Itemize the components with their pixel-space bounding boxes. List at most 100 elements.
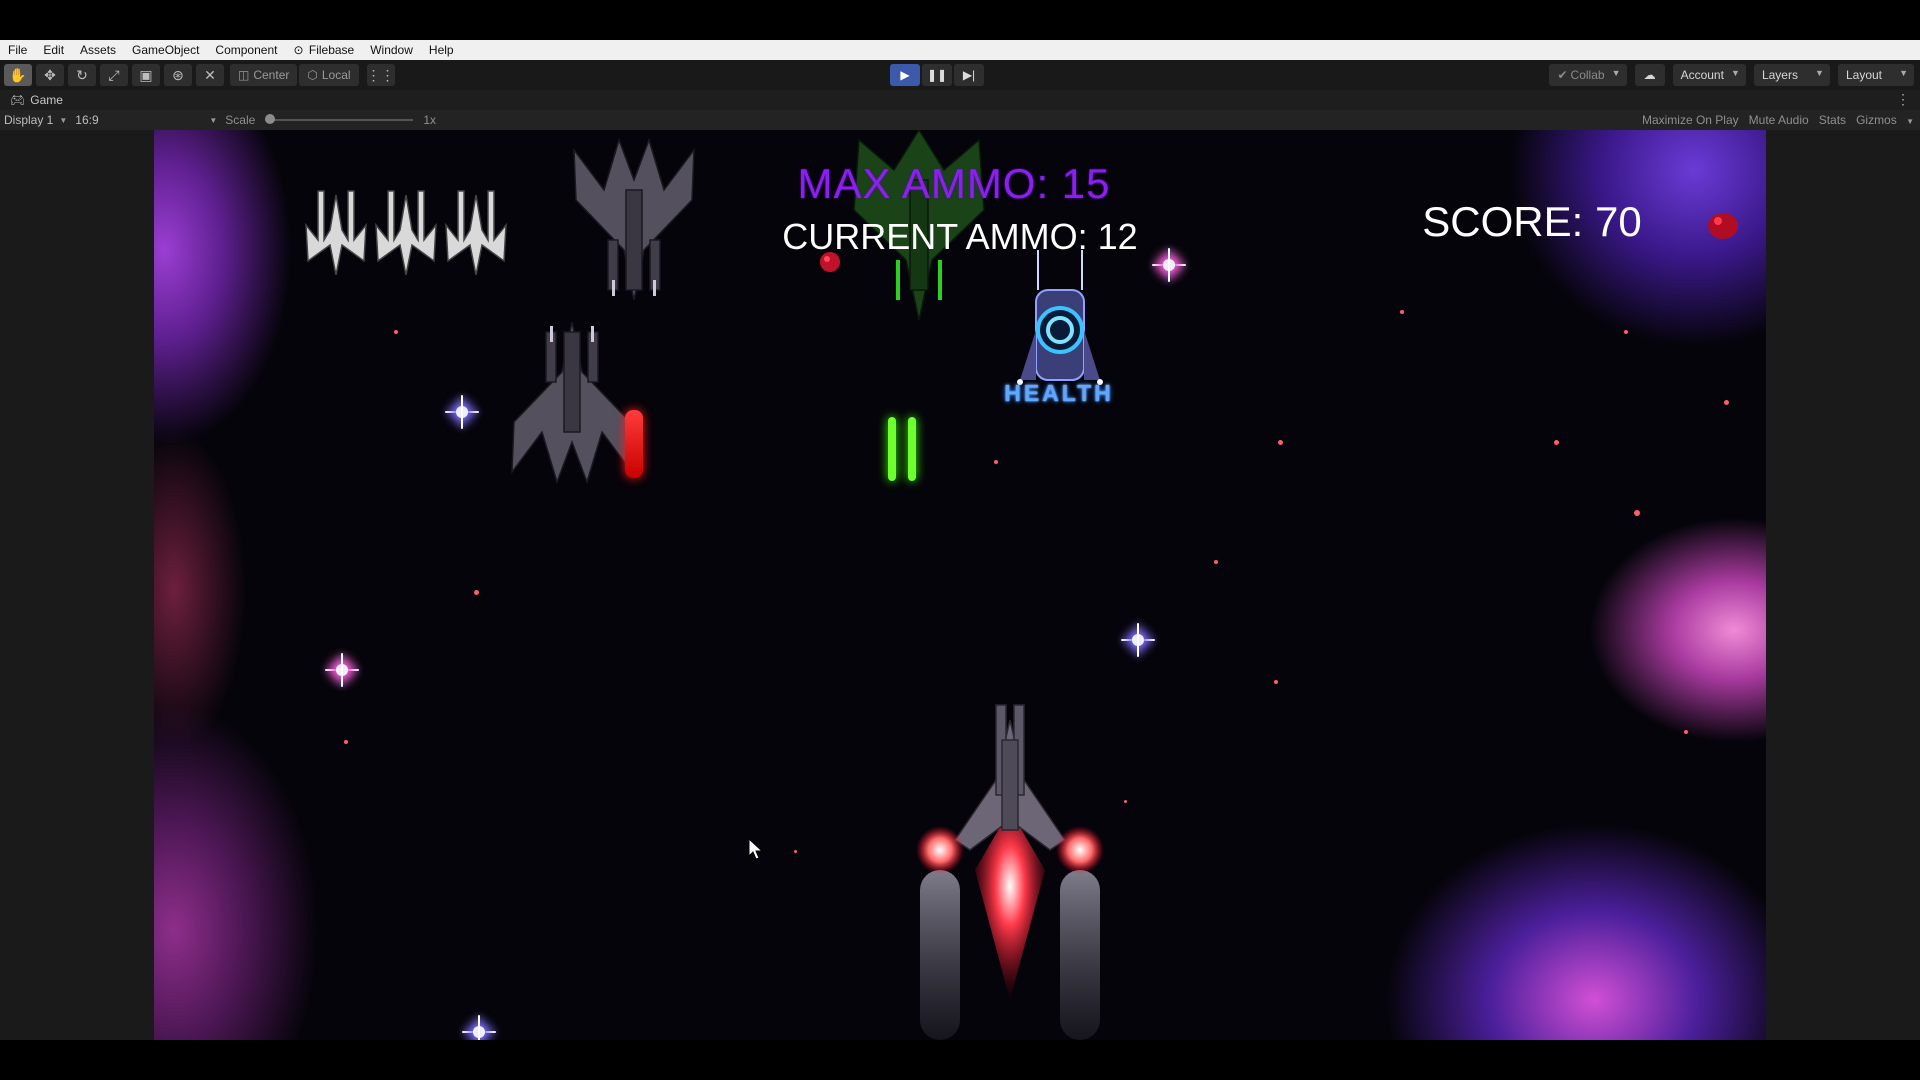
life-ship-icon	[375, 190, 437, 275]
star	[1634, 510, 1640, 516]
asteroid	[1708, 213, 1738, 239]
rotate-tool-button[interactable]: ↻	[68, 64, 96, 86]
score-text: SCORE: 70	[1422, 198, 1642, 245]
move-icon: ✥	[44, 66, 56, 83]
layers-dropdown[interactable]: Layers ▼	[1753, 64, 1830, 86]
cloud-button[interactable]: ☁	[1634, 64, 1665, 86]
move-tool-button[interactable]: ✥	[36, 64, 64, 86]
star	[1124, 800, 1127, 803]
custom-tool-icon: ✕	[204, 66, 216, 83]
scale-tool-button[interactable]: ⤢	[100, 64, 128, 86]
health-label: HEALTH	[1004, 380, 1114, 406]
transform-icon: ⊛	[172, 66, 184, 83]
lives-display	[304, 185, 508, 275]
star	[474, 590, 479, 595]
game-view-controls: Display 1 ▼ 16:9 ▼ Scale 1x Maximize On …	[0, 110, 1920, 130]
max-ammo-text: MAX AMMO: 15	[797, 160, 1111, 207]
star	[1684, 730, 1688, 734]
game-view-toggles: Maximize On Play Mute Audio Stats Gizmos…	[1642, 110, 1914, 130]
rect-tool-button[interactable]: ▣	[132, 64, 160, 86]
star	[344, 740, 348, 744]
chevron-down-icon: ▼	[1611, 68, 1621, 78]
menu-filebase[interactable]: ⊙ Filebase	[285, 43, 362, 57]
scale-control: Scale 1x	[221, 113, 440, 127]
game-viewport[interactable]: HEALTH MAX AMMO: 15 CURRENT AMMO: 12 SCO…	[154, 130, 1766, 1040]
enemy-laser	[625, 410, 643, 478]
scale-slider-handle[interactable]	[265, 114, 276, 124]
step-icon: ▶|	[962, 68, 976, 82]
pivot-local-toggle[interactable]: ⬡ Local	[299, 64, 359, 86]
star	[1400, 310, 1404, 314]
gamepad-icon: 🎮︎	[10, 93, 26, 107]
account-dropdown[interactable]: Account ▼	[1672, 64, 1746, 86]
chevron-down-icon: ▼	[59, 115, 68, 125]
pause-button[interactable]: ❚❚	[922, 64, 952, 86]
sparkle-star	[1121, 623, 1155, 657]
pivot-icon: ◫	[238, 68, 250, 82]
enemy-ship	[573, 137, 695, 300]
hand-icon: ✋	[9, 66, 27, 83]
filebase-icon: ⊙	[293, 43, 304, 57]
star	[1214, 560, 1218, 564]
more-options-icon[interactable]: ⋮	[1896, 91, 1910, 108]
step-button[interactable]: ▶|	[954, 64, 984, 86]
chevron-down-icon: ▼	[209, 115, 218, 125]
player-laser	[888, 417, 896, 481]
gizmos-toggle[interactable]: Gizmos ▼	[1856, 113, 1914, 127]
star	[1278, 440, 1283, 445]
tab-game[interactable]: 🎮︎ Game	[0, 90, 73, 110]
hand-tool-button[interactable]: ✋	[4, 64, 32, 86]
life-ship-icon	[445, 190, 507, 275]
unity-editor-window: File Edit Assets GameObject Component ⊙ …	[0, 0, 1920, 1080]
transform-tool-button[interactable]: ⊛	[164, 64, 192, 86]
rect-icon: ▣	[139, 66, 153, 83]
layout-dropdown[interactable]: Layout ▼	[1837, 64, 1914, 86]
player-ship	[916, 704, 1104, 1040]
star	[394, 330, 398, 334]
mouse-cursor-icon	[748, 838, 764, 860]
menu-window[interactable]: Window	[362, 43, 421, 57]
enemy-ship	[511, 322, 633, 485]
sparkle-star	[1152, 248, 1186, 282]
mute-audio-toggle[interactable]: Mute Audio	[1749, 113, 1809, 127]
menu-edit[interactable]: Edit	[35, 43, 72, 57]
display-dropdown[interactable]: Display 1 ▼	[0, 113, 71, 127]
window-tab-bar: 🎮︎ Game ⋮	[0, 90, 1920, 110]
chevron-down-icon: ▼	[1899, 68, 1908, 78]
star	[994, 460, 998, 464]
menu-file[interactable]: File	[0, 43, 35, 57]
sparkle-star	[325, 653, 359, 687]
chevron-down-icon: ▼	[1906, 117, 1914, 126]
grid-icon: ⋮⋮	[366, 66, 395, 83]
cloud-icon: ☁	[1643, 68, 1656, 82]
scale-slider[interactable]	[265, 114, 414, 124]
collab-dropdown[interactable]: ✔ Collab ▼	[1549, 64, 1627, 86]
menu-component[interactable]: Component	[207, 43, 285, 57]
pivot-center-toggle[interactable]: ◫ Center	[230, 64, 298, 86]
scale-value: 1x	[423, 113, 436, 127]
life-ship-icon	[305, 190, 367, 275]
menu-assets[interactable]: Assets	[72, 43, 124, 57]
chevron-down-icon: ▼	[1731, 68, 1740, 78]
star	[1624, 330, 1628, 334]
star	[1554, 440, 1559, 445]
aspect-dropdown[interactable]: 16:9 ▼	[71, 113, 221, 127]
player-laser	[908, 417, 916, 481]
grid-snap-button[interactable]: ⋮⋮	[366, 64, 395, 86]
pause-icon: ❚❚	[926, 68, 948, 82]
play-button[interactable]: ▶	[890, 64, 920, 86]
toolbar-right: ✔ Collab ▼ ☁ Account ▼ Layers ▼ Layout ▼	[1549, 64, 1914, 86]
menu-gameobject[interactable]: GameObject	[124, 43, 207, 57]
custom-tool-button[interactable]: ✕	[196, 64, 224, 86]
stats-toggle[interactable]: Stats	[1819, 113, 1846, 127]
sparkle-star	[445, 395, 479, 429]
star	[1724, 400, 1729, 405]
rotate-icon: ↻	[76, 66, 88, 83]
current-ammo-text: CURRENT AMMO: 12	[782, 216, 1138, 257]
menu-bar: File Edit Assets GameObject Component ⊙ …	[0, 40, 1920, 60]
menu-help[interactable]: Help	[421, 43, 462, 57]
play-icon: ▶	[900, 68, 910, 82]
star	[1274, 680, 1278, 684]
star	[794, 850, 797, 853]
maximize-on-play-toggle[interactable]: Maximize On Play	[1642, 113, 1739, 127]
